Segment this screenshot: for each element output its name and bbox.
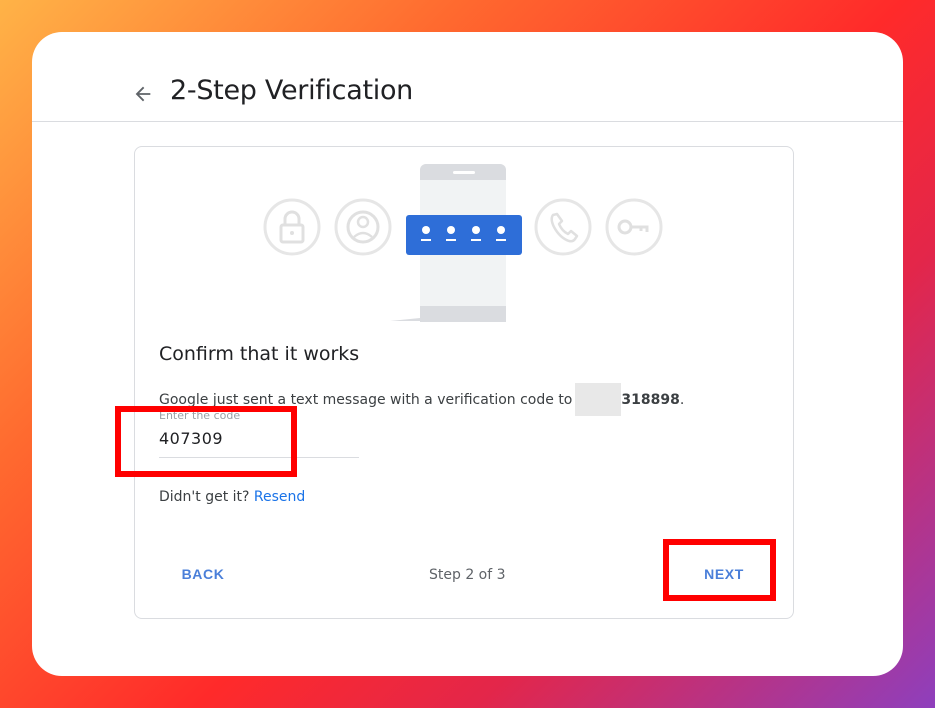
message-suffix: . (679, 391, 685, 408)
masked-phone-number (575, 383, 622, 416)
page-title: 2-Step Verification (170, 75, 413, 106)
verification-illustration (263, 164, 663, 322)
page-header: 2-Step Verification (32, 32, 903, 122)
back-arrow-icon[interactable] (132, 83, 154, 105)
resend-line: Didn't get it? Resend (159, 489, 305, 505)
resend-link[interactable]: Resend (254, 489, 305, 505)
phone-number-tail: 318898 (621, 391, 680, 408)
phone-with-code-icon (390, 164, 522, 322)
next-button-highlight (663, 539, 776, 601)
lock-icon (263, 198, 321, 256)
code-input-highlight (115, 406, 297, 477)
resend-prompt: Didn't get it? (159, 489, 250, 505)
back-button[interactable]: BACK (167, 556, 239, 592)
confirm-heading: Confirm that it works (159, 343, 360, 365)
key-icon (605, 198, 663, 256)
step-indicator: Step 2 of 3 (429, 567, 506, 583)
account-icon (334, 198, 392, 256)
phone-call-icon (534, 198, 592, 256)
